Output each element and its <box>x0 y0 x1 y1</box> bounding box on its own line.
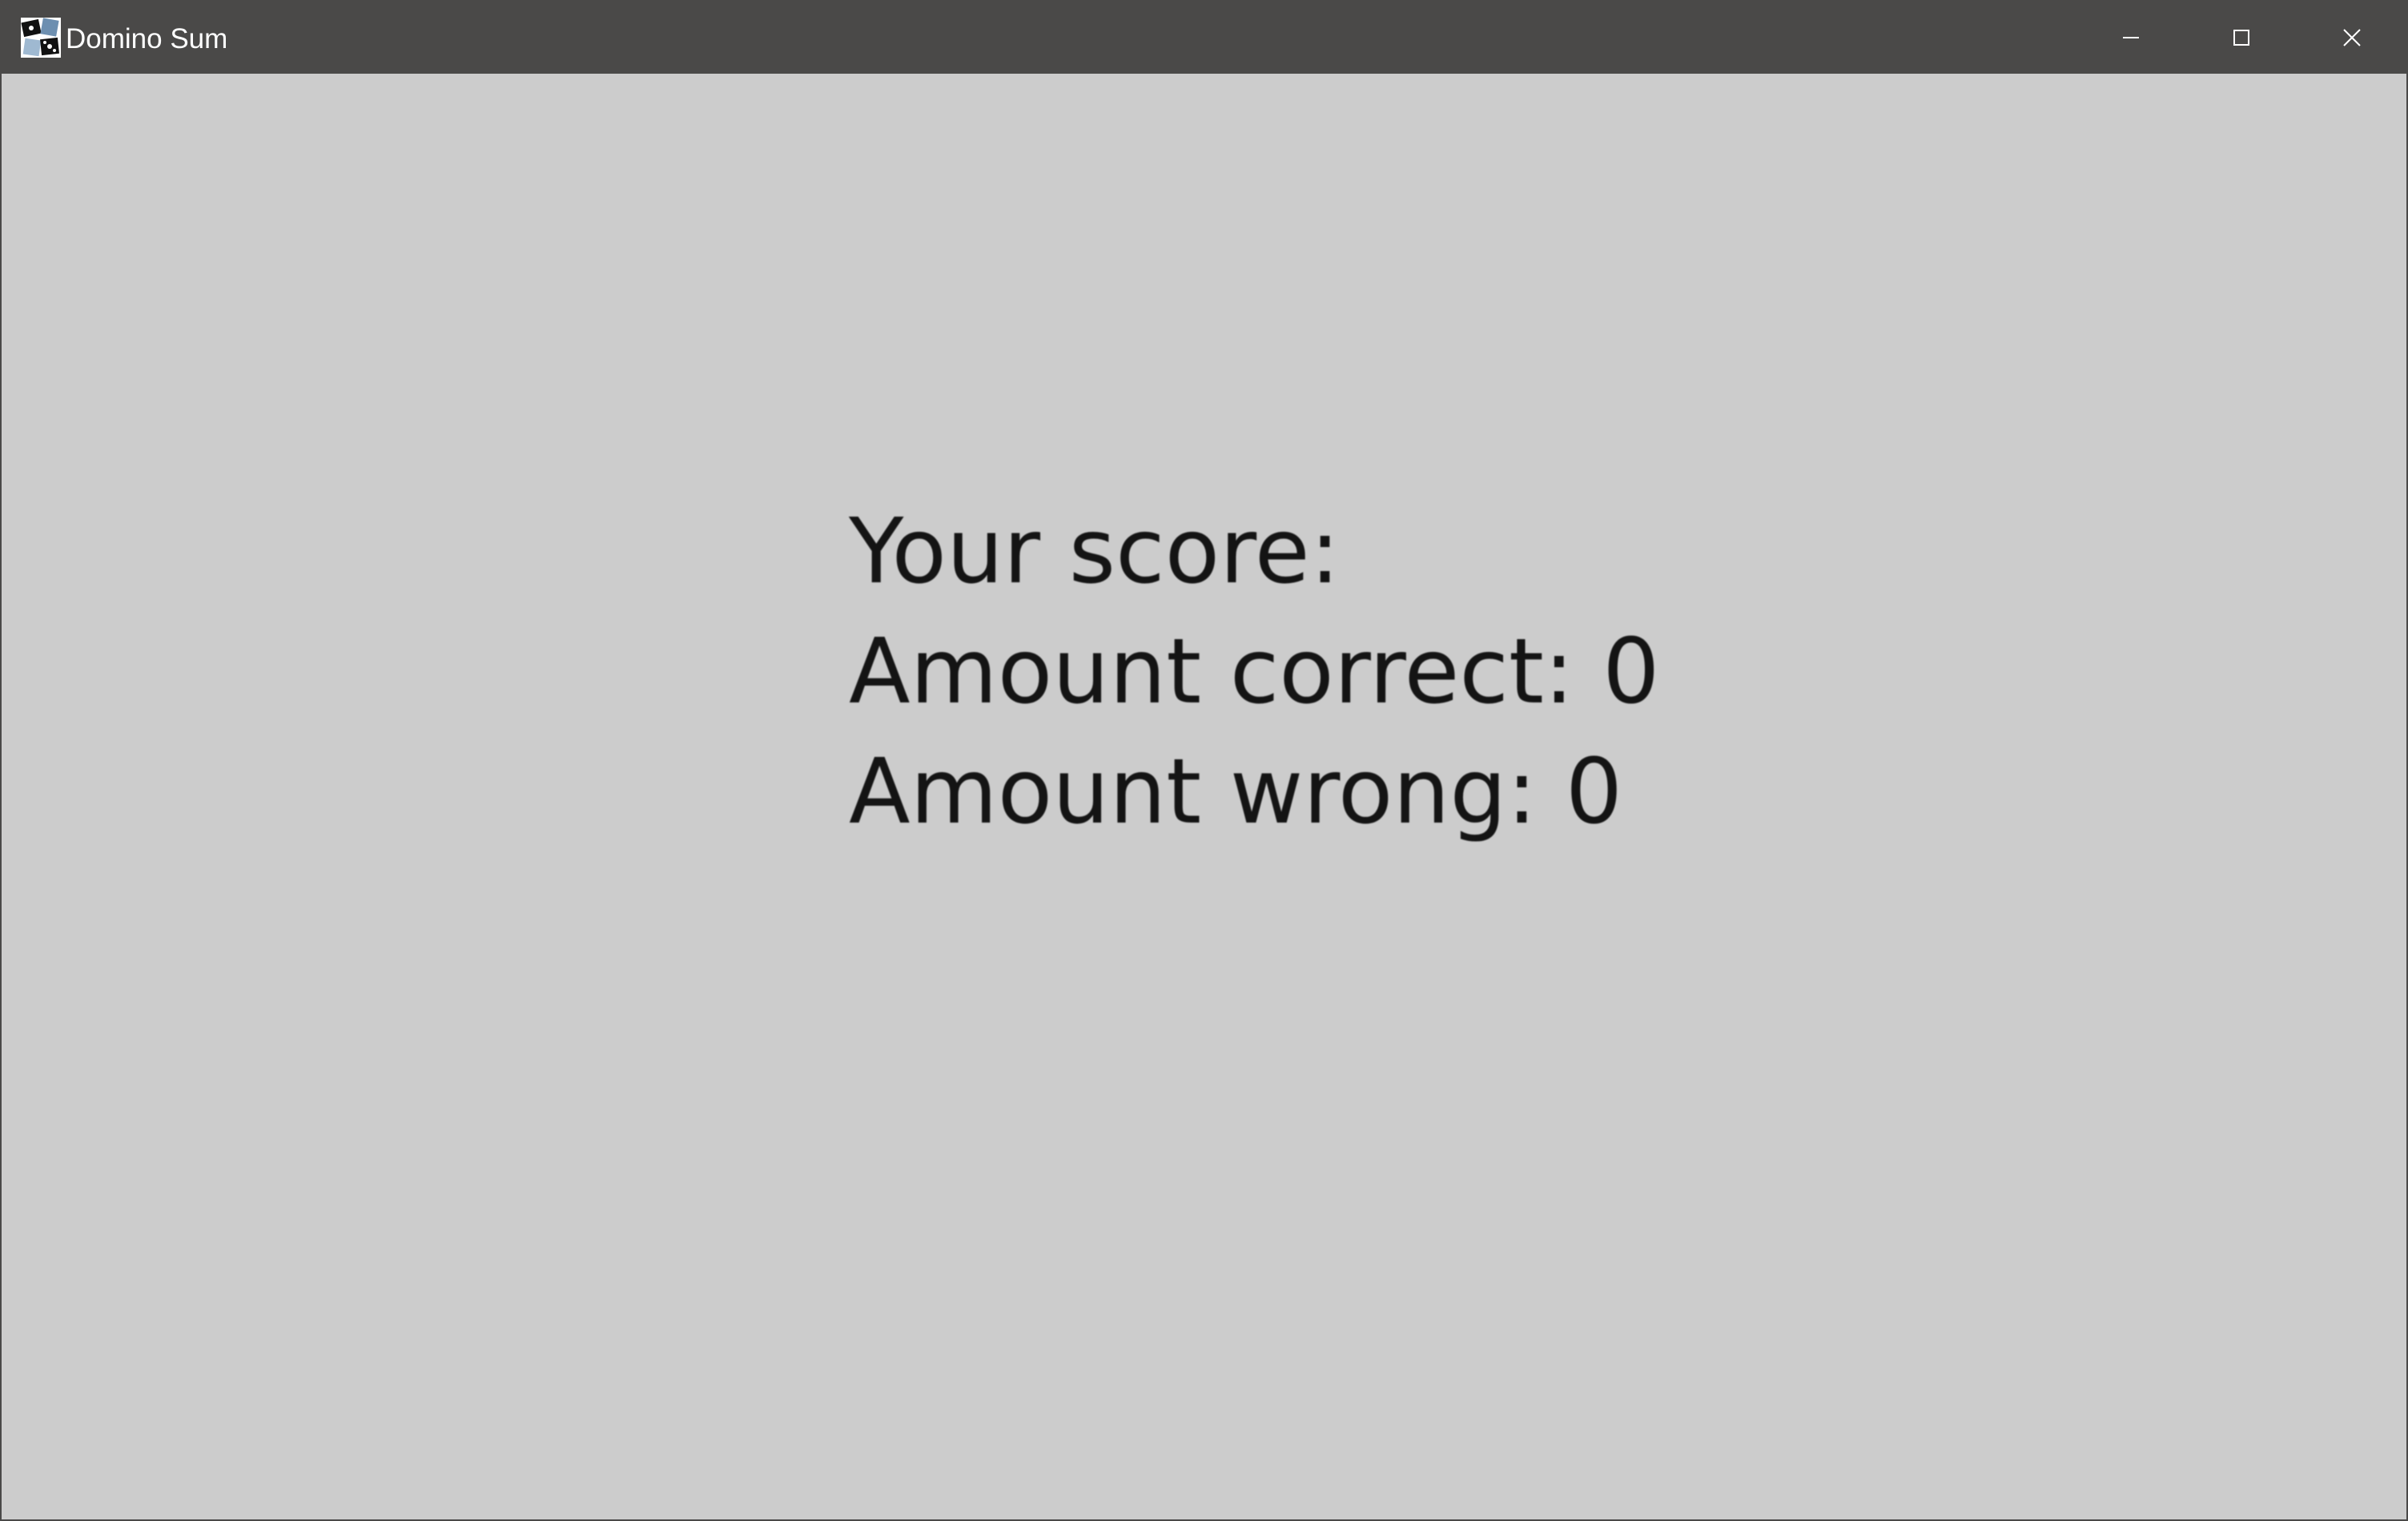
app-window: Domino Sum Your score: Amount correct: 0… <box>0 0 2408 1521</box>
score-summary: Your score: Amount correct: 0 Amount wro… <box>849 492 1659 852</box>
minimize-icon <box>2123 37 2139 38</box>
domino-app-icon <box>21 18 61 58</box>
close-button[interactable] <box>2297 2 2407 74</box>
amount-wrong-label: Amount wrong: 0 <box>849 740 1623 844</box>
score-heading: Your score: <box>849 500 1341 604</box>
maximize-button[interactable] <box>2186 2 2297 74</box>
window-title: Domino Sum <box>66 23 228 54</box>
amount-correct-label: Amount correct: 0 <box>849 620 1660 724</box>
maximize-icon <box>2233 30 2249 46</box>
title-bar[interactable]: Domino Sum <box>2 2 2406 74</box>
close-icon <box>2343 29 2361 46</box>
minimize-button[interactable] <box>2076 2 2186 74</box>
